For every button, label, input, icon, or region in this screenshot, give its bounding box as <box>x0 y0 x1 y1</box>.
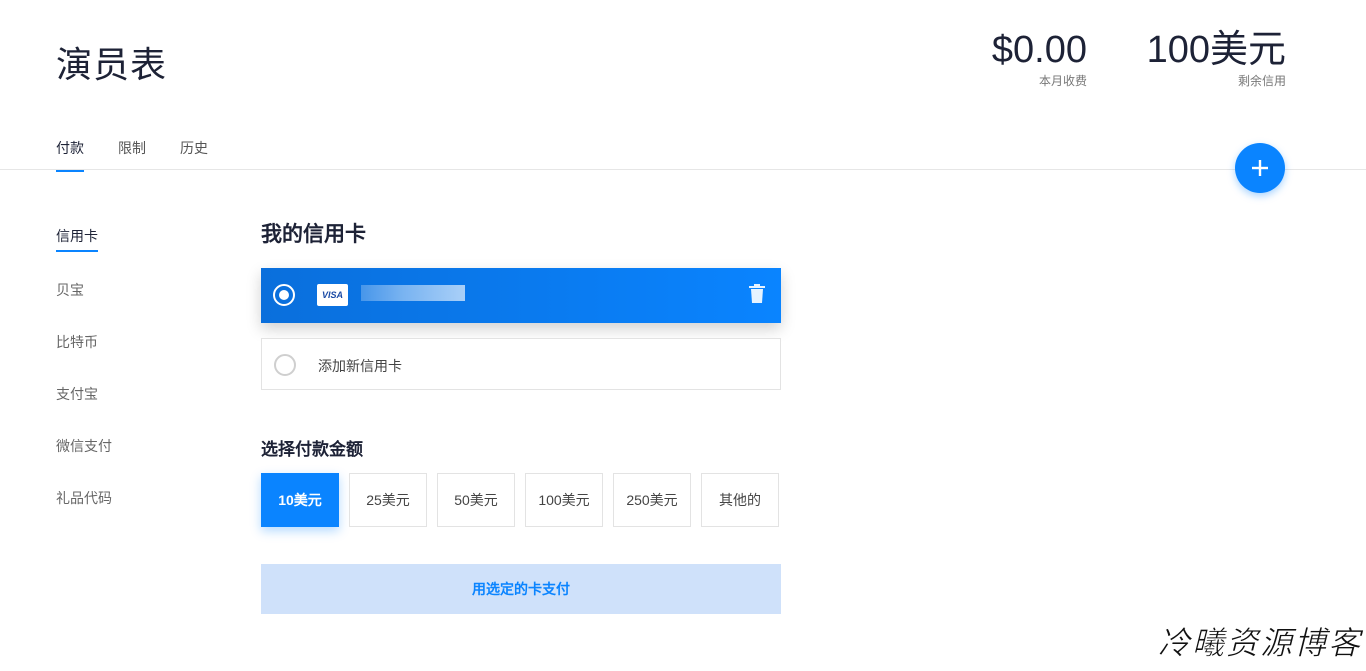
amount-options: 10美元 25美元 50美元 100美元 250美元 其他的 <box>261 473 779 527</box>
add-card-label: 添加新信用卡 <box>318 358 402 374</box>
watermark-text: 冷曦资源博客 <box>1158 624 1363 663</box>
tabs-divider <box>0 169 1366 170</box>
amount-option-other[interactable]: 其他的 <box>701 473 779 527</box>
monthly-charges-stat: $0.00 本月收费 <box>992 30 1087 89</box>
sidebar-item-bitcoin[interactable]: 比特币 <box>56 332 98 356</box>
sidebar-item-credit-card[interactable]: 信用卡 <box>56 226 98 252</box>
remaining-credit-value: 100美元 <box>1146 29 1286 71</box>
trash-icon[interactable] <box>748 284 766 304</box>
remaining-credit-label: 剩余信用 <box>1237 74 1286 88</box>
saved-card-row[interactable]: VISA <box>261 268 781 323</box>
sidebar-item-paypal[interactable]: 贝宝 <box>56 280 84 304</box>
monthly-charges-label: 本月收费 <box>1038 74 1087 88</box>
plus-icon <box>1252 160 1268 176</box>
add-card-radio[interactable] <box>274 354 296 376</box>
billing-tabs: 付款 限制 历史 <box>56 134 242 172</box>
visa-card-icon: VISA <box>317 284 348 306</box>
amount-option-250[interactable]: 250美元 <box>613 473 691 527</box>
my-cards-title: 我的信用卡 <box>261 223 366 246</box>
amount-option-100[interactable]: 100美元 <box>525 473 603 527</box>
add-button[interactable] <box>1235 143 1285 193</box>
page-title: 演员表 <box>56 44 168 85</box>
sidebar-item-wechat-pay[interactable]: 微信支付 <box>56 436 112 460</box>
tab-history[interactable]: 历史 <box>180 134 208 172</box>
pay-with-selected-card-button[interactable]: 用选定的卡支付 <box>261 564 781 614</box>
remaining-credit-stat: 100美元 剩余信用 <box>1147 30 1286 89</box>
amount-option-25[interactable]: 25美元 <box>349 473 427 527</box>
monthly-charges-value: $0.00 <box>991 29 1087 71</box>
amount-option-10[interactable]: 10美元 <box>261 473 339 527</box>
tab-limits[interactable]: 限制 <box>118 134 146 172</box>
amount-option-50[interactable]: 50美元 <box>437 473 515 527</box>
tab-payment[interactable]: 付款 <box>56 134 84 172</box>
payment-amount-title: 选择付款金额 <box>261 440 363 459</box>
masked-card-number <box>361 285 465 301</box>
card-radio-selected[interactable] <box>273 284 295 306</box>
payment-method-nav: 信用卡 贝宝 比特币 支付宝 微信支付 礼品代码 <box>56 226 112 540</box>
sidebar-item-alipay[interactable]: 支付宝 <box>56 384 98 408</box>
sidebar-item-gift-code[interactable]: 礼品代码 <box>56 488 112 512</box>
add-new-card-row[interactable]: 添加新信用卡 <box>261 338 781 390</box>
